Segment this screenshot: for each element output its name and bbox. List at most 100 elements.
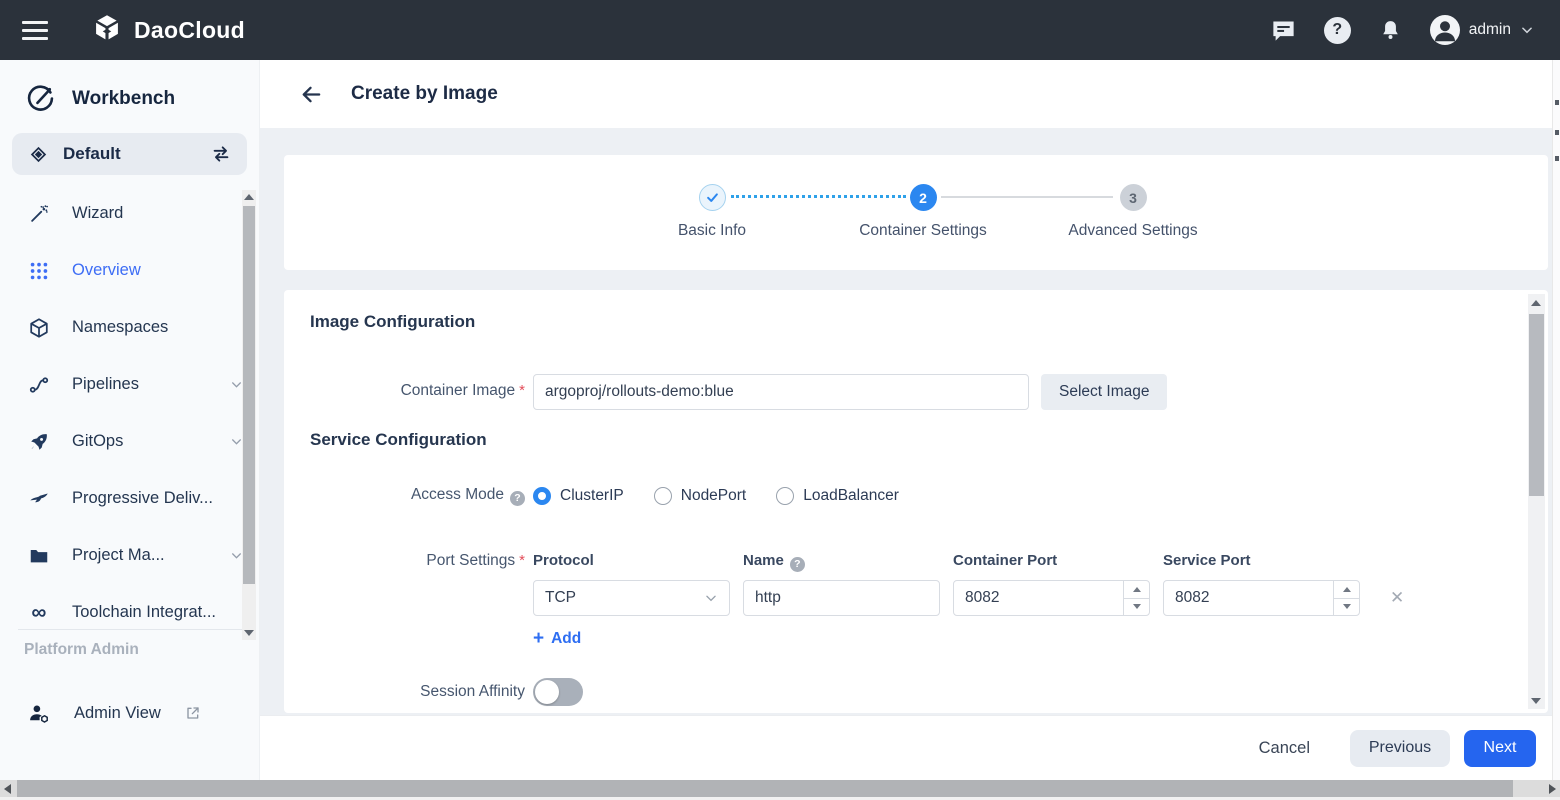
container-port-stepper [953,580,1150,616]
admin-user-icon [26,701,52,726]
sidebar-item-label: Overview [72,261,243,280]
sidebar-item-toolchain-integration[interactable]: ∞ Toolchain Integrat... [0,584,259,629]
port-settings-header-row: Port Settings* Protocol Name? Container … [284,552,1508,572]
spacer [284,580,525,588]
add-label: Add [551,630,581,648]
page-title: Create by Image [351,83,498,105]
previous-button[interactable]: Previous [1350,730,1450,767]
sidebar-item-admin-view[interactable]: Admin View [0,690,259,736]
sidebar-item-progressive-delivery[interactable]: Progressive Deliv... [0,470,259,527]
chevron-down-icon[interactable] [1520,23,1534,37]
service-port-input[interactable] [1163,580,1360,616]
spinner-up-icon[interactable] [1334,581,1359,599]
port-name-input[interactable] [743,580,940,616]
radio-nodeport[interactable]: NodePort [654,487,746,505]
scroll-up-arrow[interactable] [244,194,254,200]
image-configuration-title: Image Configuration [310,312,475,332]
radio-icon[interactable] [654,487,672,505]
number-spinner [1333,581,1359,615]
spinner-up-icon[interactable] [1124,581,1149,599]
scrollbar-thumb[interactable] [243,206,255,584]
radio-loadbalancer[interactable]: LoadBalancer [776,487,899,505]
sidebar-item-project-management[interactable]: Project Ma... [0,527,259,584]
content-scrollbar[interactable] [1528,294,1545,709]
radio-clusterip[interactable]: ClusterIP [533,487,624,505]
help-icon[interactable]: ? [790,557,805,572]
sidebar-item-label: Toolchain Integrat... [72,603,243,622]
daocloud-logo-icon [90,13,124,47]
add-port-button[interactable]: + Add [533,630,581,648]
sidebar-item-overview[interactable]: Overview [0,242,259,299]
spinner-down-icon[interactable] [1124,599,1149,616]
workspace-selector[interactable]: Default [12,133,247,175]
step-container-settings[interactable]: 2 Container Settings [823,155,1023,240]
radio-icon[interactable] [776,487,794,505]
access-mode-options: ClusterIP NodePort LoadBalancer [533,487,899,505]
spinner-down-icon[interactable] [1334,599,1359,616]
sidebar-divider [18,629,247,630]
radio-label: LoadBalancer [803,487,899,505]
help-icon[interactable]: ? [510,491,525,506]
sidebar-item-pipelines[interactable]: Pipelines [0,356,259,413]
access-mode-row: Access Mode? ClusterIP NodePort LoadBala… [284,486,1508,506]
scroll-up-arrow[interactable] [1531,300,1541,306]
scrollbar-thumb[interactable] [1529,314,1544,496]
sidebar-scrollbar[interactable] [242,190,256,640]
brand-name: DaoCloud [134,17,245,44]
sidebar-item-label: Progressive Deliv... [72,489,243,508]
container-image-label: Container Image* [284,374,525,400]
username: admin [1469,21,1511,39]
horizontal-scrollbar[interactable] [0,780,1560,797]
plus-icon: + [533,631,544,647]
cancel-button[interactable]: Cancel [1253,738,1316,759]
scrollbar-thumb[interactable] [17,780,1513,797]
step-advanced-settings[interactable]: 3 Advanced Settings [1033,155,1233,240]
sidebar: Workbench Default [0,60,260,780]
sidebar-item-gitops[interactable]: GitOps [0,413,259,470]
scroll-marker [1555,100,1559,105]
bell-icon[interactable] [1378,18,1403,43]
infinity-icon: ∞ [28,606,50,620]
delete-port-row-icon[interactable]: ✕ [1390,588,1404,608]
user-menu[interactable]: admin [1430,15,1534,45]
access-mode-label: Access Mode? [284,486,525,506]
session-affinity-row: Session Affinity [284,678,1508,706]
container-image-input[interactable] [533,374,1029,410]
session-affinity-toggle[interactable] [533,678,583,706]
protocol-select[interactable]: TCP [533,580,730,616]
sidebar-item-label: GitOps [72,432,208,451]
scroll-left-arrow[interactable] [4,784,11,794]
step-basic-info[interactable]: Basic Info [612,155,812,240]
sidebar-item-namespaces[interactable]: Namespaces [0,299,259,356]
container-port-input[interactable] [953,580,1150,616]
scroll-down-arrow[interactable] [1531,698,1541,704]
step-label: Container Settings [823,222,1023,240]
avatar-icon[interactable] [1430,15,1460,45]
step-number: 3 [1120,184,1147,211]
required-asterisk: * [519,552,525,569]
bird-icon [28,488,50,510]
vertical-scrollbar[interactable] [1552,60,1560,780]
sidebar-item-label: Pipelines [72,375,208,394]
back-arrow-icon[interactable] [300,83,323,106]
workspace-name: Default [63,144,196,164]
port-column-headers: Protocol Name? Container Port Service Po… [533,552,1360,572]
hamburger-icon[interactable] [22,16,48,45]
scroll-marker [1555,130,1559,135]
swap-workspace-icon[interactable] [210,143,232,165]
sidebar-item-wizard[interactable]: Wizard [0,185,259,242]
help-icon[interactable]: ? [1324,17,1351,44]
platform-admin-label: Platform Admin [24,641,139,659]
next-button[interactable]: Next [1464,730,1536,767]
sidebar-item-label: Admin View [74,704,161,723]
step-number: 2 [910,184,937,211]
chat-icon[interactable] [1270,17,1297,44]
product-header: Workbench [0,60,259,115]
radio-label: ClusterIP [560,487,624,505]
scroll-down-arrow[interactable] [244,630,254,636]
radio-selected-icon[interactable] [533,487,551,505]
service-port-column-header: Service Port [1163,552,1360,572]
select-image-button[interactable]: Select Image [1041,374,1167,410]
scroll-right-arrow[interactable] [1549,784,1556,794]
scroll-marker [1555,156,1559,161]
